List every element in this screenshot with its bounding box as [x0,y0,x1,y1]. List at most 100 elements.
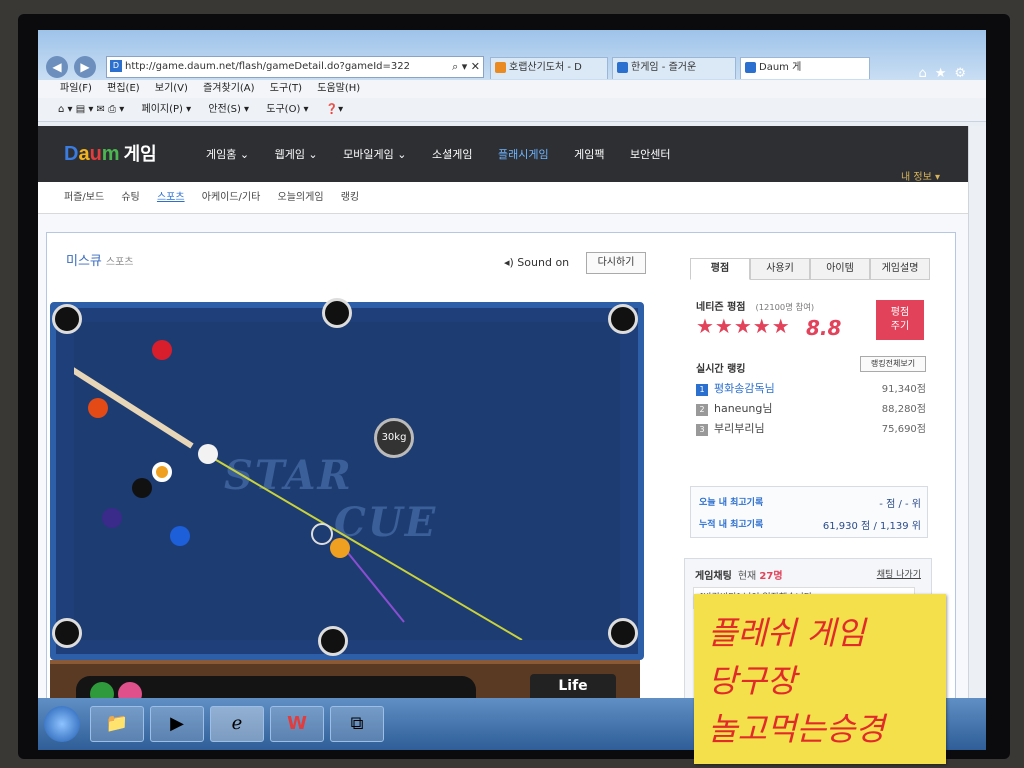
nav-flash-game[interactable]: 플래시게임 [498,148,549,161]
panel-tabs: 평점 사용키 아이템 게임설명 [690,258,930,280]
game-title-text: 미스큐 [66,254,102,269]
chat-exit-link[interactable]: 채팅 나가기 [877,567,921,580]
browser-tab-2[interactable]: 한게임 - 즐거운 [612,57,736,79]
chat-title-text: 게임채팅 [695,571,732,582]
my-info-menu[interactable]: 내 정보 ▾ [901,168,940,183]
subnav-today[interactable]: 오늘의게임 [278,192,324,203]
tab-rating[interactable]: 평점 [690,258,750,280]
ranking-row[interactable]: 1 평화송감독님 91,340점 [696,380,926,398]
rating-stars-icon: ★★★★★ [696,314,791,338]
rank-name: 부리부리님 [714,422,765,435]
explorer-taskbar-icon[interactable]: 📁 [90,706,144,742]
game-category: 스포츠 [105,257,134,268]
logo-letter: a [78,143,90,165]
pocket-bottom-right [608,618,638,648]
start-button-icon[interactable] [44,706,80,742]
nav-web-game[interactable]: 웹게임 ⌄ [275,148,318,161]
tab-label: 호랩산기도처 - D [509,62,582,73]
tab-description[interactable]: 게임설명 [870,258,930,280]
today-best-label: 오늘 내 최고기록 [699,498,764,508]
ranking-row[interactable]: 3 부리부리님 75,690점 [696,420,926,438]
nav-social-game[interactable]: 소셜게임 [432,148,472,161]
target-line [343,547,405,623]
subnav-puzzle[interactable]: 퍼즐/보드 [64,192,104,203]
command-page[interactable]: 페이지(P) ▾ [142,104,192,115]
page-scrollbar[interactable] [968,126,986,698]
rank-number: 2 [696,404,708,416]
command-safety[interactable]: 안전(S) ▾ [208,104,249,115]
logo-letter: m [101,143,120,165]
tab-favicon-icon [617,62,628,73]
rating-title: 네티즌 평점 (12100명 참여) [696,298,814,313]
ranking-all-button[interactable]: 랭킹전체보기 [860,356,926,372]
ranking-row[interactable]: 2 haneung님 88,280점 [696,400,926,418]
tab-favicon-icon [495,62,506,73]
pocket-bottom-left [52,618,82,648]
table-felt[interactable]: STAR CUE 30kg [74,322,620,640]
subnav-ranking[interactable]: 랭킹 [341,192,359,203]
logo-letter: u [89,143,102,165]
purple-ball [102,508,122,528]
back-button[interactable]: ◀ [46,56,68,78]
nav-game-home[interactable]: 게임홈 ⌄ [206,148,249,161]
subnav-shooting[interactable]: 슈팅 [121,192,139,203]
rank-name: 평화송감독님 [714,382,775,395]
chat-title: 게임채팅 현재 27명 [695,567,783,582]
forward-button[interactable]: ▶ [74,56,96,78]
power-indicator: 30kg [374,418,414,458]
ie-taskbar-icon[interactable]: ℯ [210,706,264,742]
striped-ball [152,462,172,482]
nav-security-center[interactable]: 보안센터 [630,148,670,161]
browser-tab-1[interactable]: 호랩산기도처 - D [490,57,608,79]
media-player-taskbar-icon[interactable]: ▶ [150,706,204,742]
rate-button[interactable]: 평점 주기 [876,300,924,340]
tab-keys[interactable]: 사용키 [750,258,810,280]
browser-tab-3-active[interactable]: Daum 게 [740,57,870,79]
menu-edit[interactable]: 편집(E) [107,83,140,94]
game-title: 미스큐 스포츠 [66,250,134,269]
subnav-arcade[interactable]: 아케이드/기타 [202,192,261,203]
sound-toggle[interactable]: ◂) Sound on [504,256,569,269]
office-taskbar-icon[interactable]: W [270,706,324,742]
tab-items[interactable]: 아이템 [810,258,870,280]
rate-button-line2: 주기 [890,321,910,332]
chat-count-label: 현재 [737,571,757,582]
menu-favorites[interactable]: 즐겨찾기(A) [203,83,254,94]
nav-mobile-game[interactable]: 모바일게임 ⌄ [343,148,406,161]
cue-ball[interactable] [198,444,218,464]
pool-table[interactable]: STAR CUE 30kg [50,298,644,660]
rank-points: 91,340점 [881,384,926,395]
subnav-sports[interactable]: 스포츠 [157,192,185,203]
browser-titlebar: ◀ ▶ D http://game.daum.net/flash/gameDet… [38,30,986,81]
site-icon: D [110,60,122,72]
menu-view[interactable]: 보기(V) [155,83,188,94]
restart-button[interactable]: 다시하기 [586,252,646,274]
home-star-gear-icons[interactable]: ⌂★⚙ [918,66,974,81]
orange-ball [88,398,108,418]
command-icons[interactable]: ⌂ ▾ ▤ ▾ ✉ ⎙ ▾ [58,104,124,115]
daum-game-logo[interactable]: Daum 게임 [64,140,157,166]
total-best-row: 누적 내 최고기록 61,930 점 / 1,139 위 [699,517,921,532]
menu-tools[interactable]: 도구(T) [270,83,302,94]
rating-title-text: 네티즌 평점 [696,302,746,313]
menu-file[interactable]: 파일(F) [60,83,92,94]
tab-label: Daum 게 [759,62,802,73]
pocket-top-left [52,304,82,334]
rank-points: 75,690점 [881,424,926,435]
sticky-note: 플레쉬 게임 당구장 놀고먹는승경 [694,594,946,764]
blue-ball [170,526,190,546]
menu-help[interactable]: 도움말(H) [317,83,360,94]
site-header: Daum 게임 게임홈 ⌄ 웹게임 ⌄ 모바일게임 ⌄ 소셜게임 플래시게임 게임… [38,126,968,183]
address-tools-icon[interactable]: ⌕ ▾ ✕ [452,57,480,77]
app-taskbar-icon[interactable]: ⧉ [330,706,384,742]
pocket-top-middle [322,298,352,328]
aim-line [205,453,523,640]
help-icon[interactable]: ❓▾ [326,104,343,115]
command-tools[interactable]: 도구(O) ▾ [266,104,308,115]
nav-game-pack[interactable]: 게임팩 [574,148,604,161]
target-ball [330,538,350,558]
address-bar[interactable]: D http://game.daum.net/flash/gameDetail.… [106,56,484,78]
command-bar: ⌂ ▾ ▤ ▾ ✉ ⎙ ▾ 페이지(P) ▾ 안전(S) ▾ 도구(O) ▾ ❓… [38,98,986,122]
my-record-box: 오늘 내 최고기록 - 점 / - 위 누적 내 최고기록 61,930 점 / 1… [690,486,928,538]
total-best-value: 61,930 점 / 1,139 위 [822,521,921,532]
